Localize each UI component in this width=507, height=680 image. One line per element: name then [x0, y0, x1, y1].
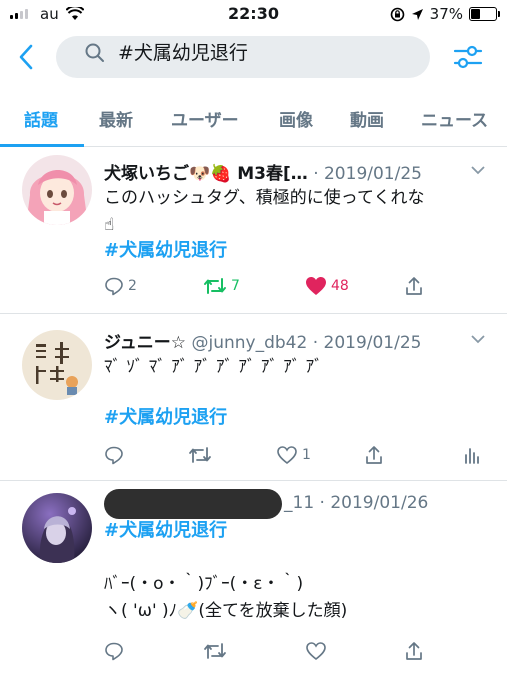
tweet-actions: [0, 641, 507, 671]
display-name[interactable]: ジュニー☆: [104, 333, 186, 353]
tweet-date: · 2019/01/25: [313, 164, 422, 184]
like-button[interactable]: 1: [276, 445, 311, 465]
chevron-down-icon[interactable]: [470, 334, 486, 344]
battery-percent: 37%: [429, 5, 463, 23]
search-tabs: 話題 最新 ユーザー 画像 動画 ニュース: [0, 98, 507, 147]
like-count: 1: [302, 447, 311, 463]
tweet-item[interactable]: ジュニー☆ @junny_db42 · 2019/01/25 ﾏﾞ ｿﾞ ﾏﾞ …: [0, 314, 507, 481]
location-icon: [411, 8, 423, 20]
tab-photos[interactable]: 画像: [279, 106, 313, 131]
reply-button[interactable]: 2: [104, 276, 137, 296]
heart-icon: [306, 277, 326, 295]
tweet-actions: 1: [0, 445, 507, 475]
share-icon: [406, 642, 422, 660]
reply-count: 2: [128, 278, 137, 294]
heart-outline-icon: [306, 642, 326, 661]
tweet-actions: 2 7 48: [0, 276, 507, 306]
share-button[interactable]: [404, 276, 424, 296]
tweet-text: ﾊﾞｰ(・ο・｀)ﾌﾞｰ(・ε・｀) ヽ( 'ω' )ﾉ🍼(全てを放棄した顔): [104, 574, 348, 621]
reply-icon: [105, 277, 123, 296]
search-header: #犬属幼児退行: [0, 30, 507, 84]
display-name[interactable]: 犬塚いちご🐶🍓 M3春[…: [104, 164, 308, 184]
like-button[interactable]: 48: [305, 276, 349, 296]
like-count: 48: [331, 278, 349, 294]
reply-button[interactable]: [104, 445, 128, 465]
tweet-date: @junny_db42 · 2019/01/25: [191, 333, 422, 353]
retweet-icon: [204, 643, 226, 659]
hashtag-link[interactable]: #犬属幼児退行: [104, 520, 227, 541]
tweet-item[interactable]: 犬塚いちご🐶🍓 M3春[… · 2019/01/25 このハッシュタグ、積極的に…: [0, 147, 507, 314]
tab-news[interactable]: ニュース: [421, 106, 488, 131]
redacted-name: [104, 489, 282, 519]
filter-sliders-icon: [453, 45, 483, 69]
heart-outline-icon: [277, 446, 297, 465]
search-query: #犬属幼児退行: [118, 42, 248, 64]
share-icon: [406, 277, 422, 295]
avatar[interactable]: [22, 155, 92, 225]
tab-latest[interactable]: 最新: [99, 106, 133, 131]
filter-button[interactable]: [452, 42, 484, 72]
avatar[interactable]: [22, 493, 92, 563]
share-button[interactable]: [364, 445, 384, 465]
tweet-date: _11 · 2019/01/26: [284, 493, 429, 513]
back-arrow-icon: [19, 44, 33, 70]
retweet-button[interactable]: 7: [203, 276, 240, 296]
analytics-icon: [465, 448, 479, 464]
hashtag-link[interactable]: #犬属幼児退行: [104, 240, 227, 261]
retweet-button[interactable]: [203, 641, 227, 661]
hashtag-link[interactable]: #犬属幼児退行: [104, 407, 227, 428]
retweet-count: 7: [231, 278, 240, 294]
reply-icon: [105, 446, 123, 465]
back-button[interactable]: [14, 42, 40, 72]
retweet-icon: [189, 447, 211, 463]
search-icon: [84, 42, 106, 68]
chevron-down-icon[interactable]: [470, 165, 486, 175]
retweet-icon: [204, 278, 226, 294]
reply-icon: [105, 642, 123, 661]
reply-button[interactable]: [104, 641, 124, 661]
avatar[interactable]: [22, 330, 92, 400]
tweet-text: ﾏﾞ ｿﾞ ﾏﾞ ｱﾞ ｱﾞ ｱﾞ ｱﾞ ｱﾞ ｱﾞ ｱﾞ: [104, 357, 323, 377]
share-icon: [366, 446, 382, 464]
status-bar: au 22:30 37%: [0, 0, 507, 30]
tab-people[interactable]: ユーザー: [171, 106, 239, 131]
share-button[interactable]: [404, 641, 424, 661]
analytics-button[interactable]: [464, 445, 480, 465]
like-button[interactable]: [305, 641, 327, 661]
tab-videos[interactable]: 動画: [350, 106, 384, 131]
tab-top[interactable]: 話題: [24, 106, 58, 131]
battery-icon: [469, 7, 500, 21]
retweet-button[interactable]: [188, 445, 216, 465]
tweet-text: このハッシュタグ、積極的に使ってくれな ☝: [104, 188, 425, 235]
rotation-lock-icon: [390, 7, 404, 21]
tweet-item[interactable]: _11 · 2019/01/26 #犬属幼児退行 ﾊﾞｰ(・ο・｀)ﾌﾞｰ(・ε…: [0, 481, 507, 680]
